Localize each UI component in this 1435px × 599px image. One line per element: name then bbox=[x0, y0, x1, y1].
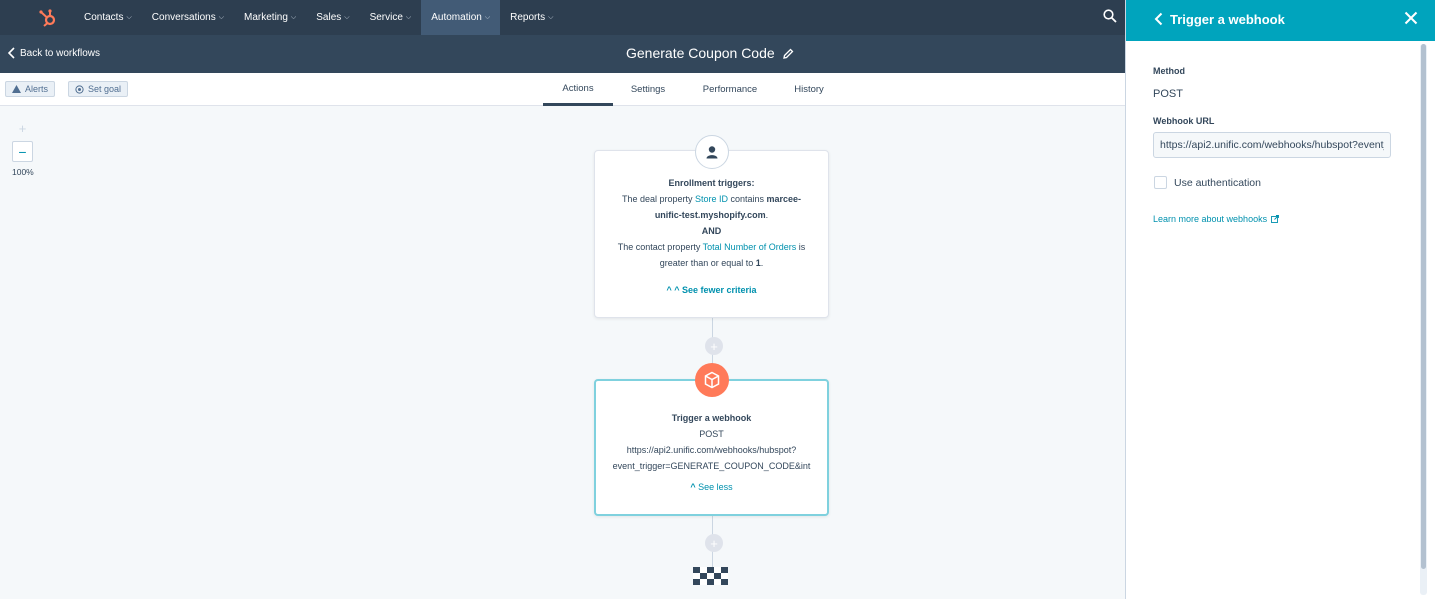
use-authentication-label[interactable]: Use authentication bbox=[1174, 177, 1261, 189]
see-fewer-criteria-link[interactable]: ^ ^ See fewer criteria bbox=[595, 282, 828, 298]
warning-icon bbox=[12, 85, 21, 93]
nav-label: Reports bbox=[510, 12, 546, 23]
webhook-card-url: https://api2.unific.com/webhooks/hubspot… bbox=[626, 445, 797, 455]
trigger-criterion-1-cont: unific-test.myshopify.com. bbox=[595, 207, 828, 223]
scrollbar-thumb[interactable] bbox=[1421, 44, 1426, 569]
chevron-left-icon bbox=[8, 47, 15, 59]
nav-label: Automation bbox=[431, 12, 482, 23]
trigger-criterion-2: The contact property Total Number of Ord… bbox=[595, 239, 828, 255]
chevron-up-icon: ^ bbox=[690, 482, 696, 492]
method-label: Method bbox=[1153, 66, 1185, 76]
contact-icon bbox=[695, 135, 729, 169]
pencil-icon[interactable] bbox=[782, 48, 794, 59]
nav-marketing[interactable]: Marketing ⌵ bbox=[234, 0, 306, 35]
chevron-down-icon: ⌵ bbox=[405, 13, 412, 21]
learn-more-webhooks-link[interactable]: Learn more about webhooks bbox=[1153, 214, 1280, 224]
see-less-label: See less bbox=[698, 482, 733, 492]
nav-reports[interactable]: Reports ⌵ bbox=[500, 0, 563, 35]
zoom-level: 100% bbox=[12, 167, 34, 177]
workflow-title[interactable]: Generate Coupon Code bbox=[626, 45, 794, 61]
chevron-up-icon: ^ bbox=[674, 285, 680, 295]
nav-conversations[interactable]: Conversations ⌵ bbox=[142, 0, 234, 35]
nav-label: Conversations bbox=[151, 12, 216, 23]
finish-flag-icon bbox=[693, 567, 728, 585]
target-icon bbox=[75, 84, 84, 94]
trigger-criterion-1: The deal property Store ID contains marc… bbox=[595, 191, 828, 207]
nav-contacts[interactable]: Contacts ⌵ bbox=[74, 0, 142, 35]
workflow-tabbar: Alerts Set goal Actions Settings Perform… bbox=[0, 73, 1125, 106]
panel-header: Trigger a webhook bbox=[1126, 0, 1435, 41]
alerts-button[interactable]: Alerts bbox=[5, 81, 56, 97]
webhook-side-panel: Trigger a webhook Method POST Webhook UR… bbox=[1125, 0, 1435, 599]
see-less-link[interactable]: ^ See less bbox=[596, 479, 827, 495]
workflow-title-text: Generate Coupon Code bbox=[626, 45, 775, 61]
criterion-text: contains bbox=[728, 194, 767, 204]
add-action-button[interactable]: + bbox=[705, 534, 723, 552]
webhook-action-card[interactable]: Trigger a webhook POST https://api2.unif… bbox=[594, 379, 829, 516]
criterion-text: The contact property bbox=[617, 242, 703, 252]
criterion-text: . bbox=[760, 258, 764, 268]
criterion-text: The deal property bbox=[621, 194, 695, 204]
tab-settings[interactable]: Settings bbox=[623, 73, 673, 106]
tab-performance[interactable]: Performance bbox=[697, 73, 763, 106]
method-value[interactable]: POST bbox=[1153, 88, 1183, 100]
tab-actions[interactable]: Actions bbox=[543, 73, 613, 106]
back-label: Back to workflows bbox=[20, 47, 101, 59]
criterion-text: . bbox=[765, 210, 769, 220]
webhook-card-method: POST bbox=[699, 429, 724, 439]
set-goal-button[interactable]: Set goal bbox=[68, 81, 129, 97]
alerts-label: Alerts bbox=[25, 84, 49, 94]
tab-history[interactable]: History bbox=[787, 73, 831, 106]
chevron-down-icon: ⌵ bbox=[484, 13, 491, 21]
set-goal-label: Set goal bbox=[88, 84, 122, 94]
nav-sales[interactable]: Sales ⌵ bbox=[306, 0, 359, 35]
close-icon[interactable] bbox=[1404, 11, 1418, 25]
nav-service[interactable]: Service ⌵ bbox=[360, 0, 422, 35]
criterion-text: is bbox=[796, 242, 806, 252]
and-operator: AND bbox=[701, 226, 722, 236]
nav-label: Sales bbox=[316, 12, 342, 23]
zoom-in-button[interactable]: + bbox=[12, 118, 33, 139]
chevron-down-icon: ⌵ bbox=[218, 13, 225, 21]
use-authentication-checkbox[interactable] bbox=[1154, 176, 1167, 189]
panel-title: Trigger a webhook bbox=[1170, 12, 1285, 27]
criterion-value: unific-test.myshopify.com bbox=[654, 210, 766, 220]
nav-label: Service bbox=[369, 12, 403, 23]
search-icon[interactable] bbox=[1103, 9, 1119, 25]
chevron-down-icon: ⌵ bbox=[126, 13, 132, 21]
webhook-url-label: Webhook URL bbox=[1153, 116, 1215, 126]
chevron-down-icon: ⌵ bbox=[344, 13, 350, 21]
chevron-left-icon[interactable] bbox=[1154, 12, 1163, 26]
trigger-criterion-2-cont: greater than or equal to 1. bbox=[595, 255, 828, 271]
webhook-cube-icon bbox=[695, 363, 729, 397]
zoom-out-button[interactable]: − bbox=[12, 141, 33, 162]
see-fewer-label: See fewer criteria bbox=[682, 285, 757, 295]
back-to-workflows-link[interactable]: Back to workflows bbox=[8, 47, 100, 59]
enrollment-trigger-card[interactable]: Enrollment triggers: The deal property S… bbox=[594, 150, 829, 318]
webhook-card-url-cont: event_trigger=GENERATE_COUPON_CODE&int bbox=[612, 461, 811, 471]
criterion-value: marcee- bbox=[766, 194, 802, 204]
panel-scrollbar[interactable] bbox=[1420, 44, 1427, 595]
chevron-down-icon: ⌵ bbox=[548, 13, 554, 21]
property-link[interactable]: Store ID bbox=[695, 194, 728, 204]
add-action-button[interactable]: + bbox=[705, 337, 723, 355]
chevron-down-icon: ⌵ bbox=[290, 13, 297, 21]
nav-automation[interactable]: Automation ⌵ bbox=[421, 0, 501, 35]
property-link[interactable]: Total Number of Orders bbox=[703, 242, 797, 252]
learn-more-label: Learn more about webhooks bbox=[1153, 214, 1268, 224]
webhook-url-input[interactable] bbox=[1153, 132, 1391, 158]
nav-label: Contacts bbox=[84, 12, 124, 23]
trigger-heading: Enrollment triggers: bbox=[668, 178, 755, 188]
workflow-header: Back to workflows Generate Coupon Code bbox=[0, 35, 1125, 73]
chevron-up-icon: ^ bbox=[666, 285, 672, 295]
nav-label: Marketing bbox=[244, 12, 288, 23]
hubspot-logo-icon[interactable] bbox=[30, 0, 66, 35]
top-navigation: Contacts ⌵ Conversations ⌵ Marketing ⌵ Sale… bbox=[0, 0, 1125, 35]
external-link-icon bbox=[1271, 215, 1280, 223]
criterion-text: greater than or equal to bbox=[659, 258, 756, 268]
webhook-card-heading: Trigger a webhook bbox=[671, 413, 752, 423]
